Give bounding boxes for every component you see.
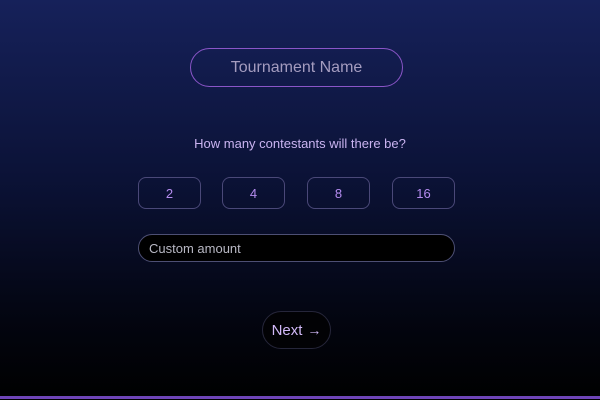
next-button-label: Next <box>271 321 303 339</box>
custom-amount-input[interactable] <box>138 234 455 262</box>
next-button[interactable]: Next → <box>262 311 331 349</box>
tournament-name-input[interactable] <box>190 48 403 87</box>
bottom-accent-line <box>0 396 600 399</box>
arrow-right-icon: → <box>307 322 322 338</box>
contestants-8-button[interactable]: 8 <box>307 177 370 209</box>
contestant-count-question: How many contestants will there be? <box>194 136 406 151</box>
contestants-2-button[interactable]: 2 <box>138 177 201 209</box>
contestants-4-button[interactable]: 4 <box>222 177 285 209</box>
contestants-16-button[interactable]: 16 <box>392 177 455 209</box>
